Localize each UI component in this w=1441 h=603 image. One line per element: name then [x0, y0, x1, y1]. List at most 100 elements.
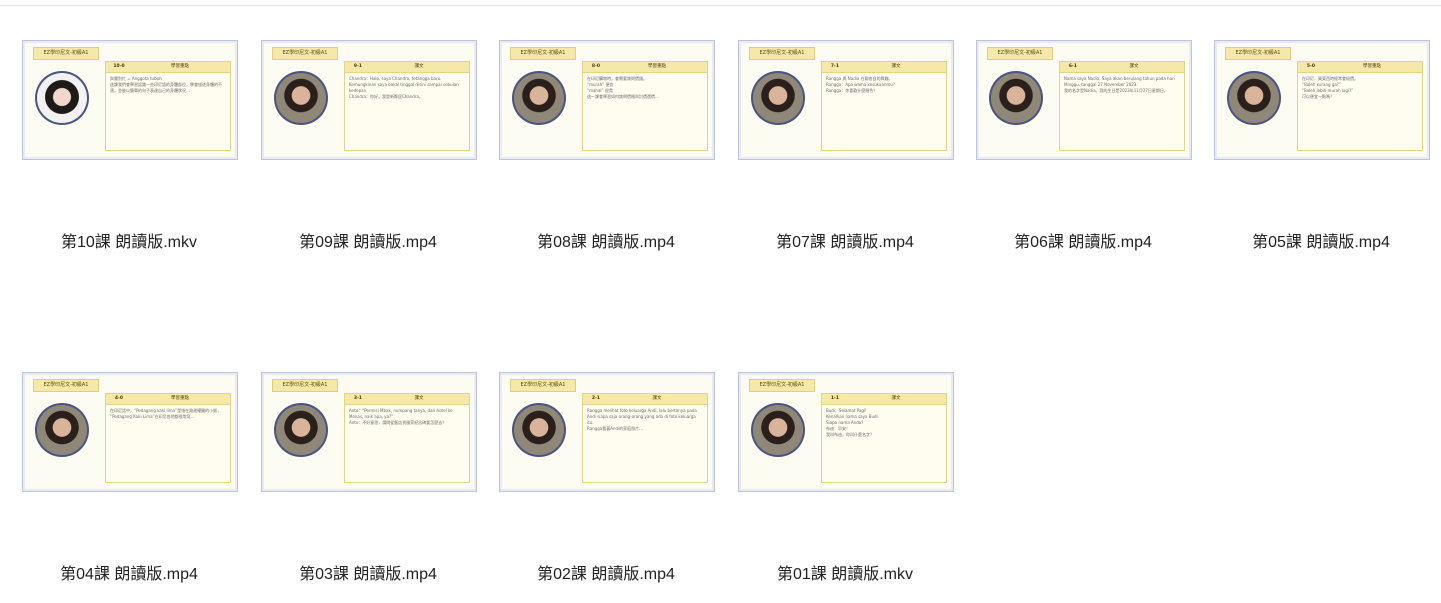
- lesson-panel-title: 6-1 課文: [1060, 62, 1184, 73]
- lesson-code: 4-0: [114, 396, 124, 401]
- lesson-panel: 8-0 學習重點在印尼購物時，會需要詢問價錢。 “murah” 便宜 “mahal…: [582, 61, 708, 151]
- video-thumbnail[interactable]: EZ學印尼文-初級A1 1-1 課文 Budi：Selamat Pagi! Kenal…: [738, 372, 954, 492]
- lesson-code: 3-1: [353, 396, 363, 401]
- thumbnail-header: EZ學印尼文-初級A1: [33, 379, 99, 392]
- file-name[interactable]: 第07課 朗讀版.mp4: [738, 228, 952, 252]
- file-name[interactable]: 第08課 朗讀版.mp4: [499, 228, 713, 252]
- lesson-code: 10-0: [113, 64, 125, 69]
- lesson-panel: 3-1 課文 Anto：“Permisi Mbak, numpang tanya, …: [344, 393, 470, 483]
- lesson-section: 課文: [414, 64, 424, 69]
- lesson-panel-title: 5-0 學習重點: [1298, 62, 1422, 73]
- lesson-section: 課文: [891, 396, 901, 401]
- lesson-panel-title: 8-0 學習重點: [583, 62, 707, 73]
- thumbnail-header: EZ學印尼文-初級A1: [33, 47, 99, 60]
- lesson-text: Chandra：Halo, saya Chandra, tetangga bar…: [349, 76, 459, 99]
- video-thumbnail[interactable]: EZ學印尼文-初級A1 8-0 學習重點在印尼購物時，會需要詢問價錢。 “murah…: [499, 40, 715, 160]
- lesson-text: Rangga melihat foto keluarga Andi, lalu …: [587, 408, 697, 431]
- presenter-photo: [753, 405, 803, 455]
- presenter-photo: [276, 405, 326, 455]
- file-name[interactable]: 第04課 朗讀版.mp4: [22, 560, 236, 584]
- thumbnail-header: EZ學印尼文-初級A1: [510, 47, 576, 60]
- avatar: [1227, 71, 1281, 125]
- video-thumbnail[interactable]: EZ學印尼文-初級A1 6-1 課文 Nama saya Nadia. Saya ak…: [976, 40, 1192, 160]
- file-name[interactable]: 第10課 朗讀版.mkv: [22, 228, 236, 252]
- lesson-section: 課文: [652, 396, 662, 401]
- lesson-code: 2-1: [591, 396, 601, 401]
- lesson-panel: 1-1 課文 Budi：Selamat Pagi! Kenalkan nama sa…: [821, 393, 947, 483]
- lesson-section: 課文: [414, 396, 424, 401]
- lesson-code: 6-1: [1068, 64, 1078, 69]
- lesson-panel-title: 7-1 課文: [822, 62, 946, 73]
- lesson-panel-title: 1-1 課文: [822, 394, 946, 405]
- presenter-photo: [514, 73, 564, 123]
- avatar: [35, 403, 89, 457]
- file-name[interactable]: 第02課 朗讀版.mp4: [499, 560, 713, 584]
- lesson-text: Budi：Selamat Pagi! Kenalkan nama saya Bu…: [826, 408, 879, 437]
- file-name[interactable]: 第01課 朗讀版.mkv: [738, 560, 952, 584]
- video-thumbnail[interactable]: EZ學印尼文-初級A1 2-1 課文 Rangga melihat foto kelu…: [499, 372, 715, 492]
- video-thumbnail[interactable]: EZ學印尼文-初級A1 3-1 課文 Anto：“Permisi Mbak, nump…: [261, 372, 477, 492]
- presenter-photo: [514, 405, 564, 455]
- lesson-panel-title: 2-1 課文: [583, 394, 707, 405]
- lesson-text: Anto：“Permisi Mbak, numpang tanya, dari …: [349, 408, 453, 425]
- lesson-code: 5-0: [1306, 64, 1316, 69]
- lesson-text: 在印尼，買東西時經常會殺價。 “Boleh kurang ga?” “Boleh…: [1302, 76, 1358, 99]
- presenter-photo: [753, 73, 803, 123]
- thumbnail-header: EZ學印尼文-初級A1: [272, 47, 338, 60]
- lesson-panel: 9-1 課文 Chandra：Halo, saya Chandra, tetangg…: [344, 61, 470, 151]
- lesson-panel: 5-0 學習重點在印尼，買東西時經常會殺價。 “Boleh kurang ga?”…: [1297, 61, 1423, 151]
- thumbnail-header: EZ學印尼文-初級A1: [749, 47, 815, 60]
- avatar: [989, 71, 1043, 125]
- lesson-panel-title: 10-0 學習重點: [106, 62, 230, 73]
- presenter-photo: [37, 405, 87, 455]
- lesson-code: 7-1: [830, 64, 840, 69]
- thumbnail-header: EZ學印尼文-初級A1: [987, 47, 1053, 60]
- presenter-photo: [276, 73, 326, 123]
- lesson-panel-title: 3-1 課文: [345, 394, 469, 405]
- video-thumbnail[interactable]: EZ學印尼文-初級A1 4-0 學習重點在印尼話中，“Pedagang kaki l…: [22, 372, 238, 492]
- video-thumbnail[interactable]: EZ學印尼文-初級A1 10-0 學習重點與爾別忙 = Anggota tubuh …: [22, 40, 238, 160]
- lesson-panel-title: 4-0 學習重點: [106, 394, 230, 405]
- lesson-panel: 4-0 學習重點在印尼話中，“Pedagang kaki lima”是指在路邊擺攤…: [105, 393, 231, 483]
- lesson-text: 與爾別忙 = Anggota tubuh 這課我們會學習認識一些印尼語的身體部位…: [110, 76, 222, 93]
- presenter-photo: [37, 73, 87, 123]
- avatar: [512, 403, 566, 457]
- thumbnail-header: EZ學印尼文-初級A1: [272, 379, 338, 392]
- lesson-section: 學習重點: [171, 64, 189, 69]
- presenter-photo: [1229, 73, 1279, 123]
- avatar: [512, 71, 566, 125]
- lesson-text: 在印尼話中，“Pedagang kaki lima”是指在路邊擺攤的小販， “P…: [110, 408, 222, 419]
- lesson-code: 1-1: [830, 396, 840, 401]
- lesson-panel: 2-1 課文 Rangga melihat foto keluarga Andi, …: [582, 393, 708, 483]
- video-thumbnail[interactable]: EZ學印尼文-初級A1 9-1 課文 Chandra：Halo, saya Chand…: [261, 40, 477, 160]
- top-divider: [0, 5, 1441, 6]
- lesson-code: 8-0: [591, 64, 601, 69]
- lesson-code: 9-1: [353, 64, 363, 69]
- file-name[interactable]: 第05課 朗讀版.mp4: [1214, 228, 1428, 252]
- thumbnail-header: EZ學印尼文-初級A1: [510, 379, 576, 392]
- lesson-text: Rangga 與 Nadia 在聊各自的興趣。 Rangga：Apa wama …: [826, 76, 896, 93]
- avatar: [274, 71, 328, 125]
- lesson-text: Nama saya Nadia. Saya akan berulang tahu…: [1064, 76, 1175, 93]
- thumbnail-header: EZ學印尼文-初級A1: [749, 379, 815, 392]
- presenter-photo: [991, 73, 1041, 123]
- lesson-section: 學習重點: [1363, 64, 1381, 69]
- avatar: [751, 403, 805, 457]
- lesson-panel: 6-1 課文 Nama saya Nadia. Saya akan berulang…: [1059, 61, 1185, 151]
- lesson-text: 在印尼購物時，會需要詢問價錢。 “murah” 便宜 “mahal” 很貴 這一…: [587, 76, 659, 99]
- thumbnail-header: EZ學印尼文-初級A1: [1225, 47, 1291, 60]
- lesson-section: 課文: [1129, 64, 1139, 69]
- video-thumbnail[interactable]: EZ學印尼文-初級A1 7-1 課文 Rangga 與 Nadia 在聊各自的興趣。 …: [738, 40, 954, 160]
- file-name[interactable]: 第09課 朗讀版.mp4: [261, 228, 475, 252]
- file-name[interactable]: 第03課 朗讀版.mp4: [261, 560, 475, 584]
- file-name[interactable]: 第06課 朗讀版.mp4: [976, 228, 1190, 252]
- lesson-panel-title: 9-1 課文: [345, 62, 469, 73]
- lesson-section: 學習重點: [171, 396, 189, 401]
- lesson-panel: 10-0 學習重點與爾別忙 = Anggota tubuh 這課我們會學習認識一些…: [105, 61, 231, 151]
- video-thumbnail[interactable]: EZ學印尼文-初級A1 5-0 學習重點在印尼，買東西時經常會殺價。 “Boleh …: [1214, 40, 1430, 160]
- lesson-section: 課文: [891, 64, 901, 69]
- avatar: [274, 403, 328, 457]
- lesson-section: 學習重點: [648, 64, 666, 69]
- avatar: [35, 71, 89, 125]
- avatar: [751, 71, 805, 125]
